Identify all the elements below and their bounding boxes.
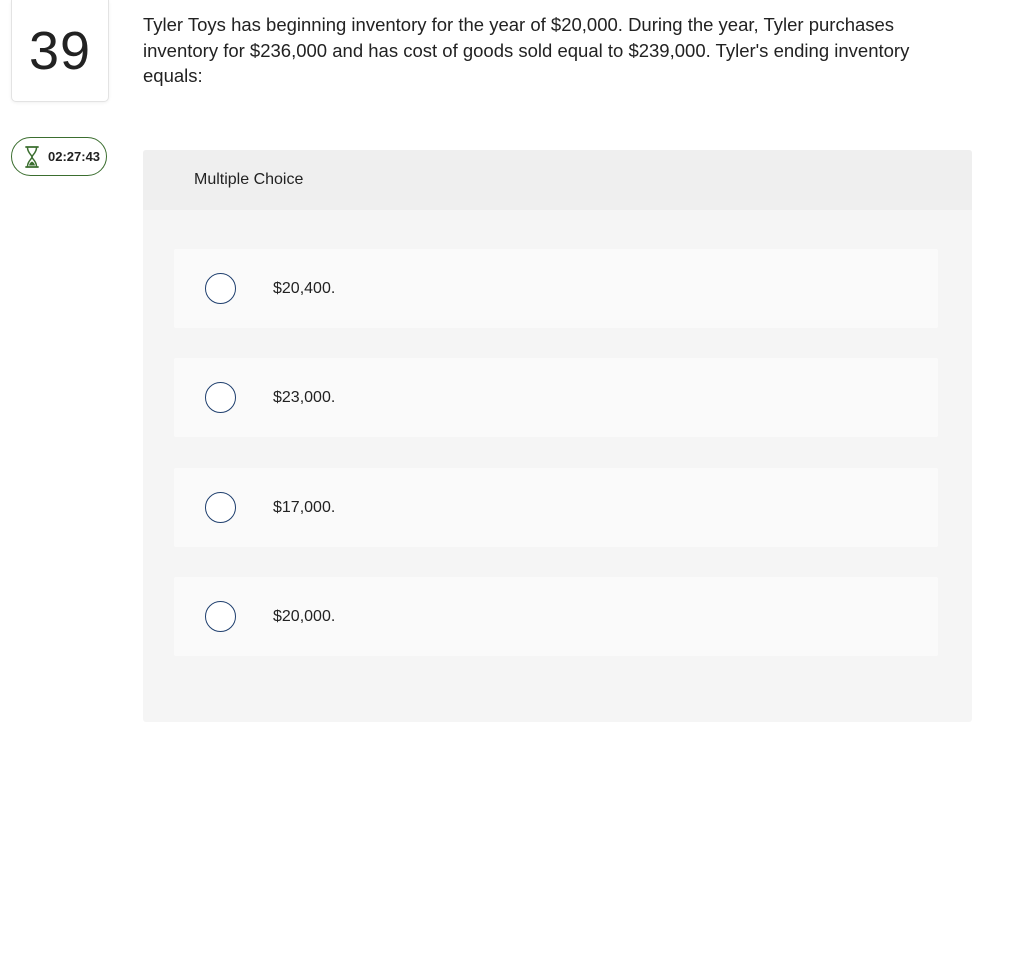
question-page: 39 02:27:43 Tyler Toys has beginning inv… bbox=[0, 0, 1024, 961]
answer-option-4[interactable]: $20,000. bbox=[174, 577, 938, 656]
question-number-box: 39 bbox=[11, 0, 109, 102]
timer-badge: 02:27:43 bbox=[11, 137, 107, 176]
hourglass-icon bbox=[24, 145, 40, 168]
answer-option-2[interactable]: $23,000. bbox=[174, 358, 938, 437]
answer-option-label: $20,000. bbox=[273, 607, 336, 625]
radio-button[interactable] bbox=[205, 382, 236, 413]
question-type-header: Multiple Choice bbox=[143, 150, 972, 210]
answer-panel: Multiple Choice $20,400. $23,000. $17,00… bbox=[143, 150, 972, 722]
question-number: 39 bbox=[28, 20, 92, 81]
radio-button[interactable] bbox=[205, 601, 236, 632]
answer-option-label: $20,400. bbox=[273, 279, 336, 297]
timer-value: 02:27:43 bbox=[48, 149, 101, 164]
answer-option-label: $17,000. bbox=[273, 498, 336, 516]
radio-button[interactable] bbox=[205, 492, 236, 523]
answer-option-label: $23,000. bbox=[273, 388, 336, 406]
answer-option-3[interactable]: $17,000. bbox=[174, 468, 938, 547]
question-text: Tyler Toys has beginning inventory for t… bbox=[143, 14, 910, 86]
answer-option-1[interactable]: $20,400. bbox=[174, 249, 938, 328]
question-type-label: Multiple Choice bbox=[194, 171, 304, 188]
radio-button[interactable] bbox=[205, 273, 236, 304]
